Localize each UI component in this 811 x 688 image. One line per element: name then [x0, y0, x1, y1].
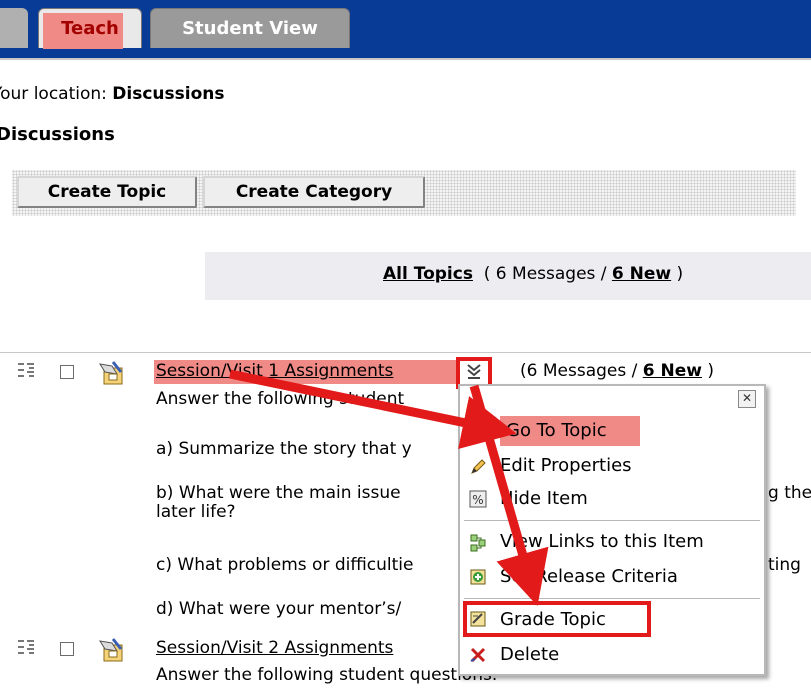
arrow-to-grade-topic — [469, 384, 549, 606]
annotation-arrows — [229, 369, 549, 606]
arrow-to-go-to-topic — [229, 369, 517, 449]
